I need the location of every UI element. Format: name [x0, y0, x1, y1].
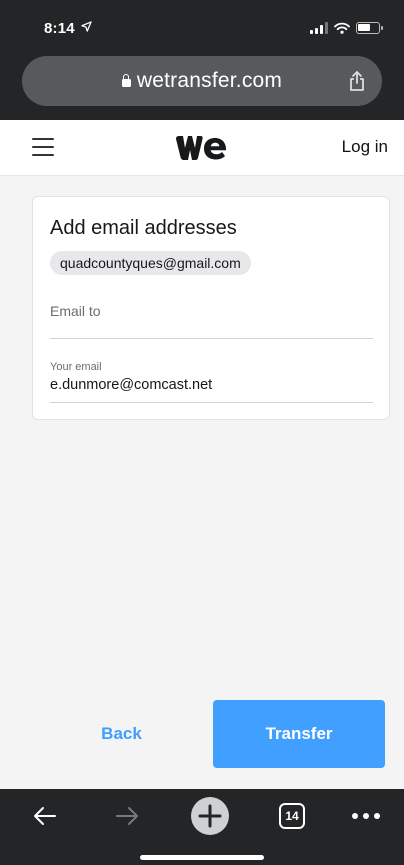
recipient-chip[interactable]: quadcountyques@gmail.com [50, 251, 251, 275]
email-to-field[interactable] [50, 297, 373, 339]
email-to-input[interactable] [50, 303, 373, 319]
battery-icon [356, 22, 383, 34]
your-email-label: Your email [50, 361, 102, 373]
forward-arrow-icon[interactable] [114, 803, 140, 829]
browser-top-chrome: 8:14 wetransfer.com [0, 0, 404, 120]
url-text: wetransfer.com [136, 69, 283, 92]
location-arrow-icon [81, 21, 92, 32]
site-header: Log in [0, 120, 404, 176]
new-tab-plus-icon [198, 804, 222, 828]
wetransfer-logo[interactable] [175, 135, 227, 161]
tabs-icon[interactable]: 14 [279, 803, 305, 829]
form-title: Add email addresses [50, 217, 237, 239]
url-bar[interactable]: wetransfer.com [22, 56, 382, 106]
status-icons [310, 22, 383, 34]
email-form-card: Add email addresses quadcountyques@gmail… [32, 196, 390, 420]
home-indicator [140, 855, 264, 860]
back-button[interactable]: Back [40, 710, 203, 758]
your-email-field[interactable]: Your email e.dunmore@comcast.net [50, 357, 373, 403]
lock-icon [121, 74, 131, 87]
status-time: 8:14 [44, 20, 92, 37]
hamburger-menu-icon[interactable] [32, 138, 54, 156]
your-email-value[interactable]: e.dunmore@comcast.net [50, 377, 212, 393]
new-tab-button[interactable] [191, 797, 229, 835]
login-button[interactable]: Log in [342, 137, 388, 157]
more-dots-icon[interactable] [352, 813, 380, 819]
transfer-button[interactable]: Transfer [213, 700, 385, 768]
back-arrow-icon[interactable] [32, 803, 58, 829]
share-icon[interactable] [348, 70, 366, 92]
signal-icon [310, 22, 328, 34]
browser-bottom-toolbar: 14 [0, 789, 404, 865]
wifi-icon [334, 22, 350, 34]
